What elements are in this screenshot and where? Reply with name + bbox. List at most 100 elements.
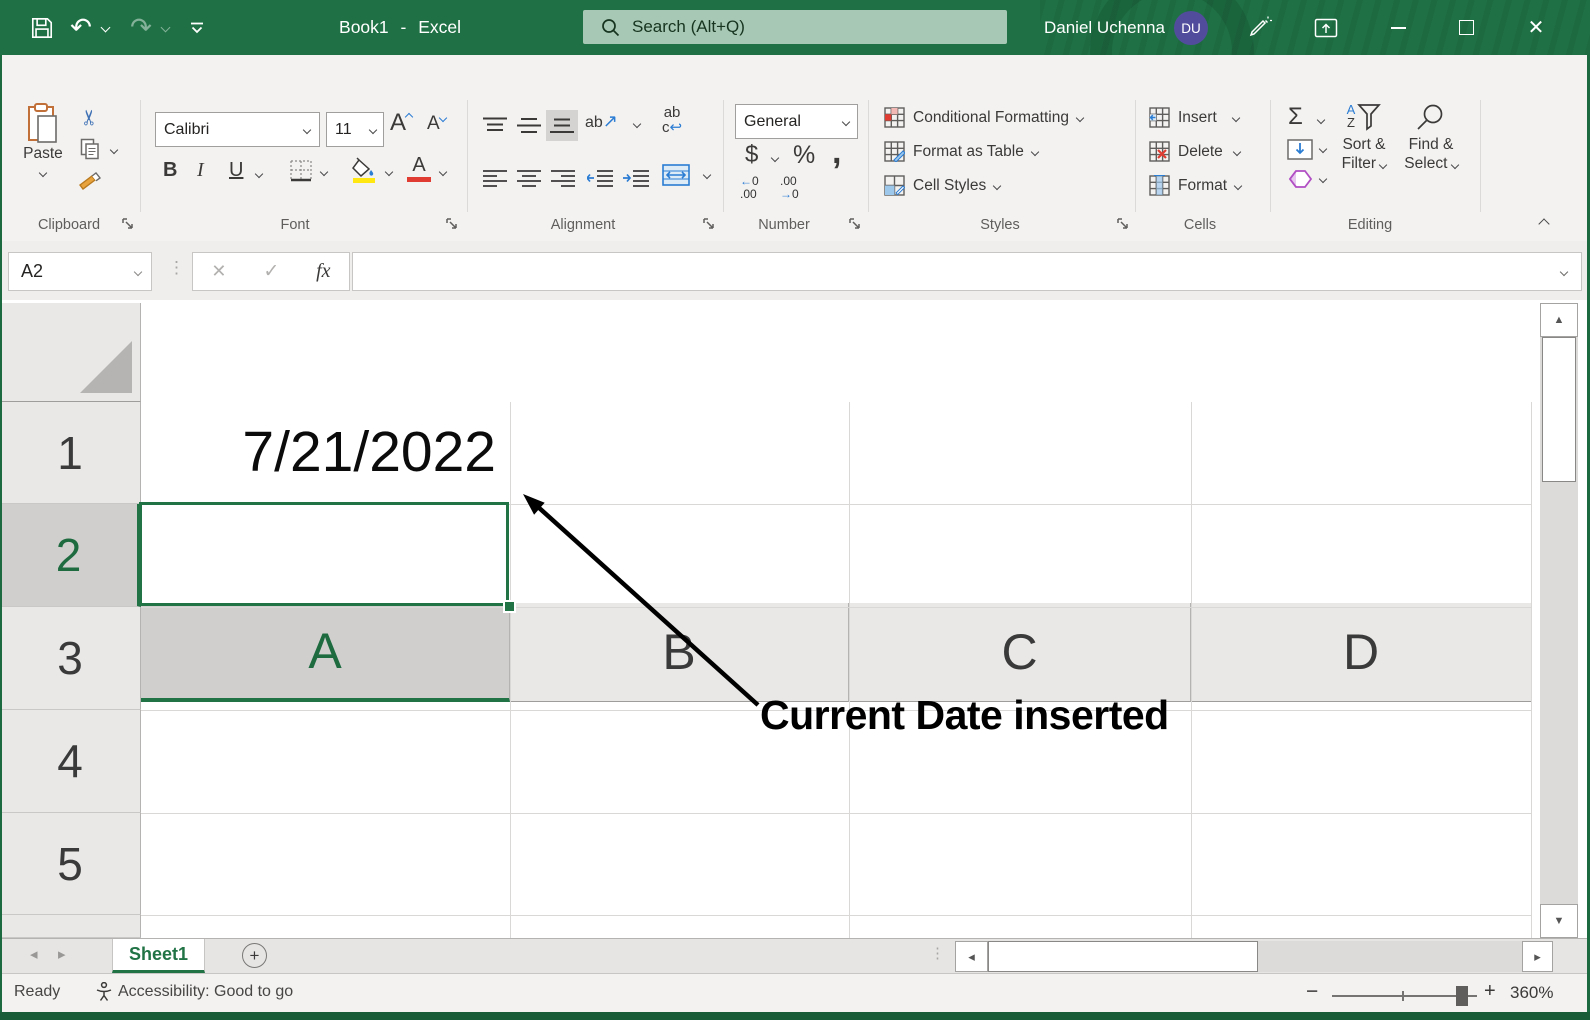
user-name[interactable]: Daniel Uchenna — [1044, 0, 1165, 55]
minimize-button[interactable] — [1375, 0, 1421, 55]
maximize-button[interactable] — [1443, 0, 1489, 55]
borders-dropdown[interactable] — [317, 165, 331, 179]
align-left-button[interactable] — [480, 165, 510, 191]
ribbon-display-options-button[interactable] — [1306, 0, 1346, 55]
autosum-dropdown[interactable] — [1314, 113, 1328, 127]
font-color-button[interactable]: A — [406, 155, 432, 182]
horizontal-scrollbar-thumb[interactable] — [988, 941, 1258, 972]
decrease-decimal-button[interactable]: .00 →0 — [780, 175, 799, 201]
active-cell-a2[interactable] — [139, 502, 509, 606]
row-header-4[interactable]: 4 — [0, 710, 141, 813]
accounting-format-button[interactable]: $ — [745, 141, 758, 169]
decrease-indent-button[interactable] — [584, 165, 616, 191]
find-select-button[interactable]: Find & Select — [1400, 103, 1462, 173]
enter-button[interactable]: ✓ — [263, 260, 279, 283]
sheet-nav-left[interactable]: ◂ — [30, 945, 38, 963]
format-as-table-button[interactable]: Format as Table — [884, 141, 1038, 162]
row-header-2[interactable]: 2 — [0, 504, 141, 607]
middle-align-button[interactable] — [514, 113, 544, 139]
font-color-dropdown[interactable] — [436, 165, 450, 179]
search-box[interactable]: Search (Alt+Q) — [583, 10, 1007, 44]
shrink-font-button[interactable]: A — [427, 113, 446, 135]
sheet-grid[interactable]: A B C D 1 2 3 4 5 7/21/2022 ▲ ▼ — [0, 300, 1590, 938]
clipboard-dialog-launcher[interactable] — [122, 218, 135, 231]
cell-styles-button[interactable]: Cell Styles — [884, 175, 1000, 196]
fill-handle[interactable] — [503, 600, 516, 613]
orientation-dropdown[interactable] — [630, 117, 644, 131]
top-align-button[interactable] — [480, 113, 510, 139]
accounting-dropdown[interactable] — [768, 151, 782, 165]
format-painter-button[interactable] — [76, 169, 104, 195]
scroll-left-button[interactable]: ◂ — [955, 941, 988, 972]
insert-cells-button[interactable]: Insert — [1149, 107, 1239, 128]
alignment-dialog-launcher[interactable] — [703, 218, 716, 231]
scroll-up-button[interactable]: ▲ — [1540, 303, 1578, 337]
formula-input[interactable] — [352, 252, 1582, 291]
underline-dropdown[interactable] — [252, 167, 266, 181]
orientation-button[interactable]: ab↗ — [585, 111, 618, 132]
italic-button[interactable]: I — [197, 159, 204, 182]
increase-decimal-button[interactable]: ←0 .00 — [740, 175, 759, 201]
underline-button[interactable]: U — [229, 159, 243, 182]
close-button[interactable]: ✕ — [1513, 0, 1559, 55]
insert-function-button[interactable]: fx — [316, 260, 330, 283]
status-accessibility[interactable]: Accessibility: Good to go — [118, 983, 293, 1001]
font-dialog-launcher[interactable] — [446, 218, 459, 231]
merge-center-button[interactable] — [660, 161, 692, 189]
borders-button[interactable] — [288, 158, 314, 184]
sheet-tab-sheet1[interactable]: Sheet1 — [112, 939, 205, 973]
zoom-out-button[interactable]: − — [1306, 980, 1318, 1004]
grow-font-button[interactable]: A — [390, 109, 412, 137]
row-header-5[interactable]: 5 — [0, 813, 141, 915]
column-header-d[interactable]: D — [1191, 603, 1532, 702]
fill-button[interactable] — [1286, 137, 1314, 161]
percent-style-button[interactable]: % — [793, 141, 815, 170]
column-header-b[interactable]: B — [510, 603, 849, 702]
conditional-formatting-button[interactable]: Conditional Formatting — [884, 107, 1083, 128]
save-button[interactable] — [24, 0, 60, 55]
formula-bar-expand-icon[interactable] — [1560, 267, 1568, 275]
column-header-c[interactable]: C — [849, 603, 1191, 702]
new-sheet-button[interactable]: + — [242, 943, 267, 968]
fill-dropdown[interactable] — [1316, 142, 1330, 156]
merge-center-dropdown[interactable] — [700, 168, 714, 182]
zoom-slider-thumb[interactable] — [1456, 986, 1468, 1006]
cancel-button[interactable]: ✕ — [211, 261, 226, 282]
customize-quick-access-button[interactable] — [184, 0, 210, 55]
undo-button[interactable]: ↶ — [66, 0, 96, 55]
scroll-down-button[interactable]: ▼ — [1540, 904, 1578, 938]
font-size-select[interactable]: 11 — [326, 112, 384, 147]
number-dialog-launcher[interactable] — [849, 218, 862, 231]
row-header-3[interactable]: 3 — [0, 607, 141, 710]
coming-soon-button[interactable] — [1240, 0, 1280, 55]
namebox-resize-handle[interactable]: ⋮ — [168, 258, 186, 278]
copy-dropdown[interactable] — [107, 143, 121, 157]
styles-dialog-launcher[interactable] — [1117, 218, 1130, 231]
column-header-a[interactable]: A — [141, 603, 510, 702]
redo-dropdown[interactable] — [158, 0, 172, 55]
fill-color-dropdown[interactable] — [382, 165, 396, 179]
align-center-button[interactable] — [514, 165, 544, 191]
increase-indent-button[interactable] — [620, 165, 652, 191]
wrap-text-button[interactable]: ab c↩ — [662, 105, 682, 135]
bold-button[interactable]: B — [163, 159, 177, 182]
sheet-nav-right[interactable]: ▸ — [58, 945, 66, 963]
sort-filter-button[interactable]: AZ Sort & Filter — [1335, 103, 1393, 173]
tabstrip-resize-handle[interactable]: ⋮ — [930, 944, 945, 962]
bottom-align-button[interactable] — [546, 110, 578, 141]
row-header-6-partial[interactable] — [0, 915, 141, 938]
scroll-right-button[interactable]: ▸ — [1522, 941, 1553, 972]
clear-dropdown[interactable] — [1316, 172, 1330, 186]
clear-button[interactable] — [1286, 167, 1314, 191]
format-cells-button[interactable]: Format — [1149, 175, 1241, 196]
paste-button[interactable]: Paste — [16, 103, 70, 181]
vertical-scrollbar-thumb[interactable] — [1542, 337, 1576, 482]
align-right-button[interactable] — [548, 165, 578, 191]
zoom-in-button[interactable]: + — [1484, 980, 1496, 1003]
redo-button[interactable]: ↷ — [126, 0, 156, 55]
zoom-level[interactable]: 360% — [1510, 983, 1553, 1003]
fill-color-button[interactable] — [350, 156, 378, 184]
autosum-button[interactable]: Σ — [1288, 103, 1303, 131]
avatar[interactable]: DU — [1174, 11, 1208, 45]
select-all-button[interactable] — [0, 303, 141, 402]
